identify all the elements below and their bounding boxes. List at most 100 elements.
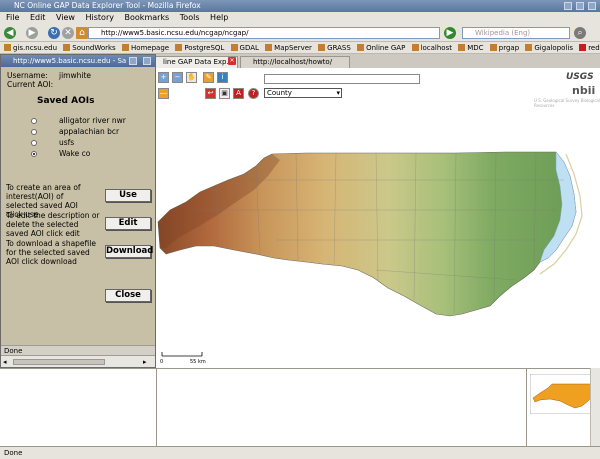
edit-instructions: To edit the description or delete the se… <box>6 211 100 238</box>
aoi-radio[interactable] <box>31 129 37 135</box>
draw-aoi-icon[interactable]: ✎ <box>203 72 214 83</box>
url-bar[interactable]: http://www5.basic.ncsu.edu/ncgap/ncgap/ <box>88 27 440 39</box>
username-value: jimwhite <box>59 71 91 80</box>
popup-status: Done <box>1 345 155 355</box>
bookmark-item[interactable]: gis.ncsu.edu <box>4 44 57 52</box>
frame-divider <box>156 368 157 446</box>
state-shape <box>157 151 577 317</box>
bookmark-icon <box>357 44 365 51</box>
use-button[interactable]: Use <box>105 189 151 202</box>
close-icon[interactable] <box>588 2 596 10</box>
aoi-radio-selected[interactable] <box>31 151 37 157</box>
bookmark-item[interactable]: redhat <box>579 44 600 52</box>
minimize-icon[interactable] <box>564 2 572 10</box>
bookmark-item[interactable]: localhost <box>411 44 452 52</box>
window-title: NC Online GAP Data Explorer Tool - Mozil… <box>14 1 201 10</box>
download-button[interactable]: Download <box>105 245 153 258</box>
scroll-right-icon[interactable]: ▸ <box>143 358 147 366</box>
close-button[interactable]: Close <box>105 289 151 302</box>
menu-edit[interactable]: Edit <box>30 13 46 22</box>
tab-localhost-howto[interactable]: http://localhost/howto/ <box>240 56 350 68</box>
search-go-icon[interactable]: ⌕ <box>574 27 586 39</box>
save-icon[interactable]: ▣ <box>219 88 230 99</box>
menu-bar: File Edit View History Bookmarks Tools H… <box>0 12 600 24</box>
menu-bookmarks[interactable]: Bookmarks <box>125 13 170 22</box>
menu-help[interactable]: Help <box>210 13 228 22</box>
popup-content: Username: jimwhite Current AOI: Saved AO… <box>1 67 155 345</box>
bookmark-icon <box>4 44 11 51</box>
username-label: Username: <box>7 71 48 80</box>
aoi-name: appalachian bcr <box>59 127 120 136</box>
bookmark-item[interactable]: MapServer <box>265 44 312 52</box>
aoi-radio[interactable] <box>31 140 37 146</box>
bookmarks-bar: gis.ncsu.edu SoundWorks Homepage Postgre… <box>0 42 600 54</box>
nc-relief-map[interactable] <box>156 100 600 360</box>
popup-close-icon[interactable] <box>143 57 151 65</box>
vertical-scrollbar[interactable] <box>590 368 600 446</box>
edit-button[interactable]: Edit <box>105 217 151 230</box>
back-extent-icon[interactable]: ↩ <box>205 88 216 99</box>
reload-icon[interactable]: ↻ <box>48 27 60 39</box>
lower-frame <box>0 368 600 446</box>
bookmark-item[interactable]: SoundWorks <box>63 44 116 52</box>
search-input[interactable]: Wikipedia (Eng) <box>462 27 570 39</box>
menu-history[interactable]: History <box>86 13 114 22</box>
current-aoi-label: Current AOI: <box>7 80 54 89</box>
bookmark-item[interactable]: Gigalopolis <box>525 44 573 52</box>
home-icon[interactable]: ⌂ <box>76 27 88 39</box>
layer-select[interactable]: County <box>264 88 342 98</box>
zoom-out-icon[interactable]: − <box>172 72 183 83</box>
back-icon[interactable]: ◀ <box>4 27 16 39</box>
tab-gap-explorer[interactable]: line GAP Data Exp... <box>150 56 238 68</box>
nbii-logo: nbii <box>572 84 596 97</box>
bookmark-icon <box>489 44 497 51</box>
maximize-icon[interactable] <box>576 2 584 10</box>
scale-start-label: 0 <box>160 359 164 365</box>
bookmark-icon <box>525 44 533 51</box>
usgs-logo: USGS <box>566 72 594 82</box>
bookmark-icon <box>121 44 129 51</box>
bookmark-item[interactable]: MDC <box>458 44 484 52</box>
menu-file[interactable]: File <box>6 13 19 22</box>
pan-hand-icon[interactable]: ✋ <box>186 72 197 83</box>
forward-icon[interactable]: ▶ <box>26 27 38 39</box>
bookmark-icon <box>458 44 466 51</box>
go-icon[interactable]: ▶ <box>444 27 456 39</box>
menu-view[interactable]: View <box>56 13 75 22</box>
bookmark-icon <box>579 44 587 51</box>
scale-end-label: 55 km <box>190 359 206 365</box>
help-icon[interactable]: ? <box>248 88 259 99</box>
bookmark-icon <box>265 44 273 51</box>
close-tab-icon[interactable]: ✕ <box>228 57 236 65</box>
status-bar: Done <box>0 446 600 459</box>
pdf-icon[interactable]: A <box>233 88 244 99</box>
scroll-thumb[interactable] <box>13 359 105 365</box>
ruler-icon[interactable]: ― <box>158 88 169 99</box>
bookmark-icon <box>411 44 419 51</box>
bookmark-item[interactable]: Homepage <box>121 44 169 52</box>
overview-map[interactable] <box>530 374 596 414</box>
stop-icon[interactable]: ✕ <box>62 27 74 39</box>
popup-minimize-icon[interactable] <box>129 57 137 65</box>
window-titlebar: NC Online GAP Data Explorer Tool - Mozil… <box>0 0 600 12</box>
aoi-name: Wake co <box>59 149 91 158</box>
menu-tools[interactable]: Tools <box>180 13 200 22</box>
saved-aoi-popup: http://www5.basic.ncsu.edu - Sa Username… <box>0 54 156 368</box>
bookmark-item[interactable]: GDAL <box>230 44 259 52</box>
aoi-radio[interactable] <box>31 118 37 124</box>
bookmark-item[interactable]: Online GAP <box>357 44 405 52</box>
info-icon[interactable]: i <box>217 72 228 83</box>
popup-title: http://www5.basic.ncsu.edu - Sa <box>13 57 127 65</box>
aoi-name: alligator river nwr <box>59 116 126 125</box>
aoi-name: usfs <box>59 138 75 147</box>
popup-horizontal-scrollbar[interactable]: ◂ ▸ <box>1 355 155 367</box>
bookmark-item[interactable]: PostgreSQL <box>175 44 224 52</box>
bookmark-item[interactable]: prgap <box>489 44 519 52</box>
bookmark-icon <box>175 44 183 51</box>
scroll-left-icon[interactable]: ◂ <box>3 358 7 366</box>
bookmark-item[interactable]: GRASS <box>318 44 351 52</box>
frame-divider <box>526 368 527 446</box>
map-search-field[interactable] <box>264 74 420 84</box>
zoom-in-icon[interactable]: + <box>158 72 169 83</box>
saved-aois-heading: Saved AOIs <box>37 96 95 106</box>
